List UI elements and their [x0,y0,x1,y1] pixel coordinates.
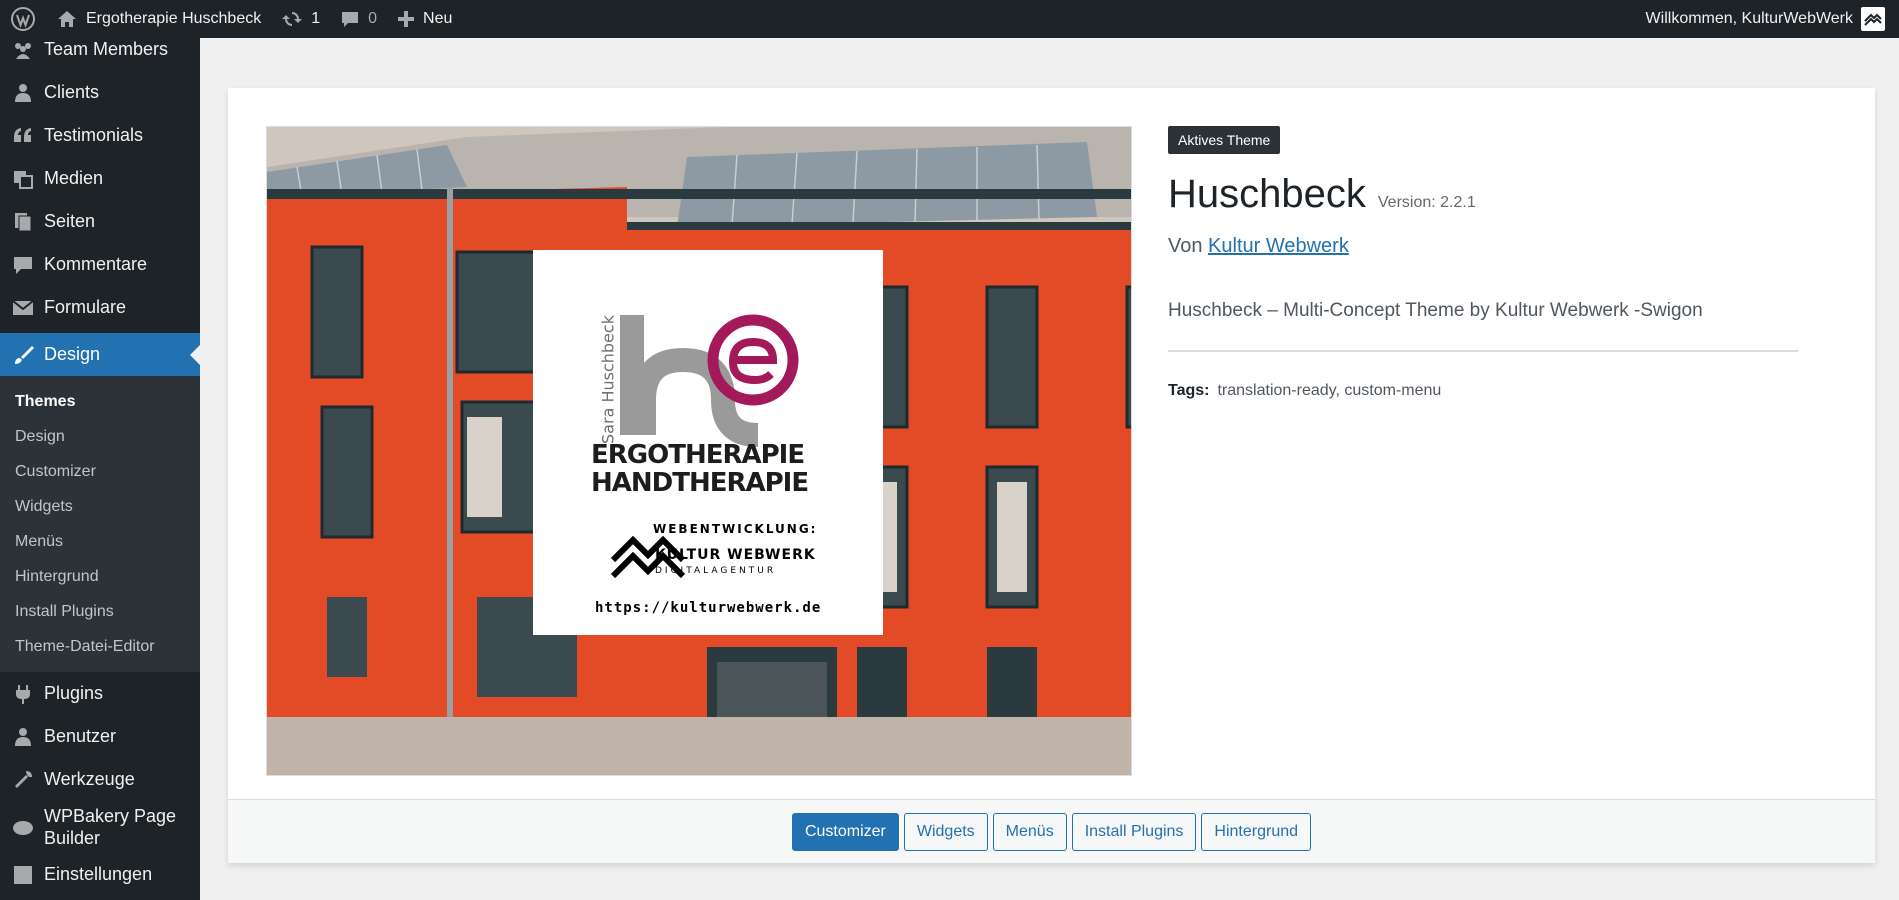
logo-card: Sara Huschbeck ERGOTHERAPIE HANDTHERAPIE… [533,250,883,635]
wordpress-logo-button[interactable] [0,0,46,38]
active-theme-badge: Aktives Theme [1168,126,1281,154]
home-icon [58,11,76,27]
menu-werkzeuge[interactable]: Werkzeuge [0,758,200,801]
pages-icon [12,211,34,233]
updates-icon [282,12,303,26]
menus-button[interactable]: Menüs [992,812,1067,851]
install-plugins-button[interactable]: Install Plugins [1071,812,1197,851]
theme-name: Huschbeck [1168,172,1366,216]
tags-label: Tags: [1168,382,1210,399]
submenu-install-plugins[interactable]: Install Plugins [0,594,200,629]
submenu-widgets[interactable]: Widgets [0,489,200,524]
updates-link[interactable]: 1 [271,0,330,38]
comments-icon [12,254,34,276]
customizer-button[interactable]: Customizer [791,812,899,851]
menu-testimonials[interactable]: Testimonials [0,114,200,157]
email-icon [12,297,34,319]
author-prefix: Von [1168,235,1203,257]
new-label: Neu [423,10,453,27]
welcome-text: Willkommen, KulturWebWerk [1645,10,1853,27]
theme-version: Version: 2.2.1 [1377,194,1476,211]
theme-author: Von Kultur Webwerk [1168,235,1798,258]
logo-vertical-name: Sara Huschbeck [598,315,618,444]
divider [1168,350,1798,352]
brush-icon [12,344,34,366]
new-content-link[interactable]: Neu [387,0,462,38]
author-link[interactable]: Kultur Webwerk [1208,235,1349,257]
agency-name: KULTUR WEBWERK [655,547,816,563]
hintergrund-button[interactable]: Hintergrund [1201,812,1312,851]
theme-screenshot: Sara Huschbeck ERGOTHERAPIE HANDTHERAPIE… [266,126,1132,776]
menu-design[interactable]: Design [0,333,200,376]
submenu-theme-editor[interactable]: Theme-Datei-Editor [0,629,200,664]
submenu-themes[interactable]: Themes [0,384,200,419]
theme-title: Huschbeck Version: 2.2.1 [1168,172,1798,217]
avatar [1861,7,1885,31]
menu-formulare[interactable]: Formulare [0,286,200,329]
menu-kommentare[interactable]: Kommentare [0,243,200,286]
menu-plugins[interactable]: Plugins [0,672,200,715]
menu-einstellungen[interactable]: Einstellungen [0,853,200,896]
agency-sub: DIGITALAGENTUR [655,566,777,576]
site-name-link[interactable]: Ergotherapie Huschbeck [46,0,271,38]
submenu-design[interactable]: Design [0,419,200,454]
groups-icon [12,39,34,61]
submenu-menus[interactable]: Menüs [0,524,200,559]
admin-bar: Ergotherapie Huschbeck 1 0 Neu Willkomme… [0,0,1899,38]
menu-benutzer[interactable]: Benutzer [0,715,200,758]
wordpress-icon [11,7,35,31]
theme-description: Huschbeck – Multi-Concept Theme by Kultu… [1168,300,1703,321]
submenu-customizer[interactable]: Customizer [0,454,200,489]
design-submenu: Themes Design Customizer Widgets Menüs H… [0,376,200,672]
comments-count: 0 [368,10,378,27]
my-account-link[interactable]: Willkommen, KulturWebWerk [1646,7,1899,31]
theme-tags: Tags: translation-ready, custom-menu [1168,382,1798,400]
logo-line1: ERGOTHERAPIE [591,440,805,470]
plugin-icon [12,683,34,705]
theme-actions: Customizer Widgets Menüs Install Plugins… [228,799,1875,863]
comment-icon [342,12,359,27]
tags-value: translation-ready, custom-menu [1217,382,1442,399]
tools-icon [12,769,34,791]
admin-sidebar: Team Members Clients Testimonials Medien… [0,38,200,900]
site-name: Ergotherapie Huschbeck [86,10,262,27]
plus-icon [398,11,415,27]
comments-link[interactable]: 0 [330,0,387,38]
cloud-icon [12,816,34,838]
avatar-logo-icon [1864,13,1882,26]
theme-info: Aktives Theme Huschbeck Version: 2.2.1 V… [1168,126,1798,400]
menu-seiten[interactable]: Seiten [0,200,200,243]
menu-team-members[interactable]: Team Members [0,38,200,71]
dev-label: WEBENTWICKLUNG: [653,522,818,536]
menu-wpbakery[interactable]: WPBakery Page Builder [0,801,200,853]
users-icon [12,726,34,748]
theme-overlay: Sara Huschbeck ERGOTHERAPIE HANDTHERAPIE… [228,88,1875,863]
settings-icon [12,864,34,886]
menu-medien[interactable]: Medien [0,157,200,200]
businessperson-icon [12,82,34,104]
quote-icon [12,125,34,147]
agency-url: https://kulturwebwerk.de [595,600,822,616]
widgets-button[interactable]: Widgets [903,812,988,851]
media-icon [12,168,34,190]
logo-line2: HANDTHERAPIE [591,468,809,498]
updates-count: 1 [311,10,321,27]
menu-clients[interactable]: Clients [0,71,200,114]
submenu-hintergrund[interactable]: Hintergrund [0,559,200,594]
